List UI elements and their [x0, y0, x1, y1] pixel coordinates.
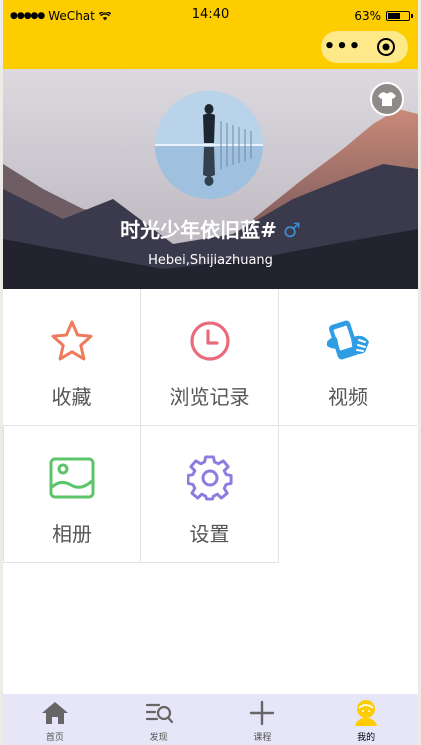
home-icon — [40, 699, 70, 727]
tab-mine[interactable]: 我的 — [314, 694, 418, 745]
menu-item-video[interactable]: 视频 — [279, 289, 417, 426]
target-close-icon — [376, 38, 395, 56]
image-icon — [48, 454, 96, 502]
battery-icon — [386, 11, 413, 21]
male-gender-icon: ♂ — [282, 218, 301, 242]
tshirt-icon — [378, 92, 396, 106]
avatar[interactable] — [155, 91, 263, 199]
menu-item-favorites[interactable]: 收藏 — [3, 289, 141, 426]
avatar-image — [155, 91, 263, 199]
menu-label: 浏览记录 — [169, 385, 250, 409]
tab-label: 课程 — [253, 733, 272, 743]
menu-item-history[interactable]: 浏览记录 — [141, 289, 279, 426]
nickname-row: 时光少年依旧蓝# ♂ — [3, 214, 418, 243]
phone-screen: ●●●●● WeChat 14:40 63% ••• 时光少年依旧蓝# ♂ He… — [3, 0, 418, 745]
profile-banner: 时光少年依旧蓝# ♂ Hebei,Shijiazhuang — [3, 69, 418, 289]
clock-icon — [186, 317, 234, 365]
menu-label: 视频 — [328, 385, 368, 409]
phone-video-icon — [324, 317, 372, 365]
battery-indicator: 63% — [354, 9, 413, 23]
location-text: Hebei,Shijiazhuang — [148, 253, 273, 268]
tab-discover[interactable]: 发现 — [107, 694, 211, 745]
battery-fill — [388, 13, 400, 19]
star-icon — [48, 317, 96, 365]
top-bar: ●●●●● WeChat 14:40 63% ••• — [3, 0, 418, 69]
tab-home[interactable]: 首页 — [3, 694, 107, 745]
tab-course[interactable]: 课程 — [211, 694, 315, 745]
tab-label: 发现 — [149, 733, 168, 743]
tab-bar: 首页 发现 课程 我的 — [3, 694, 418, 745]
mini-program-capsule: ••• — [321, 31, 408, 63]
plus-icon — [247, 699, 277, 727]
menu-label: 设置 — [189, 522, 230, 546]
battery-percent: 63% — [354, 9, 381, 23]
menu-label: 收藏 — [51, 385, 92, 409]
close-miniprogram-button[interactable] — [364, 37, 407, 57]
nickname: 时光少年依旧蓝# — [120, 218, 277, 242]
status-bar: ●●●●● WeChat 14:40 63% — [3, 0, 418, 28]
skin-button[interactable] — [370, 82, 404, 116]
menu-item-album[interactable]: 相册 — [3, 426, 141, 563]
menu-label: 相册 — [52, 522, 92, 546]
more-menu-icon[interactable]: ••• — [321, 38, 364, 56]
discover-icon — [144, 699, 174, 727]
user-icon — [351, 699, 381, 727]
tab-label: 首页 — [45, 733, 64, 743]
tab-label: 我的 — [357, 733, 376, 743]
gear-icon — [186, 454, 234, 502]
menu-item-settings[interactable]: 设置 — [141, 426, 279, 563]
